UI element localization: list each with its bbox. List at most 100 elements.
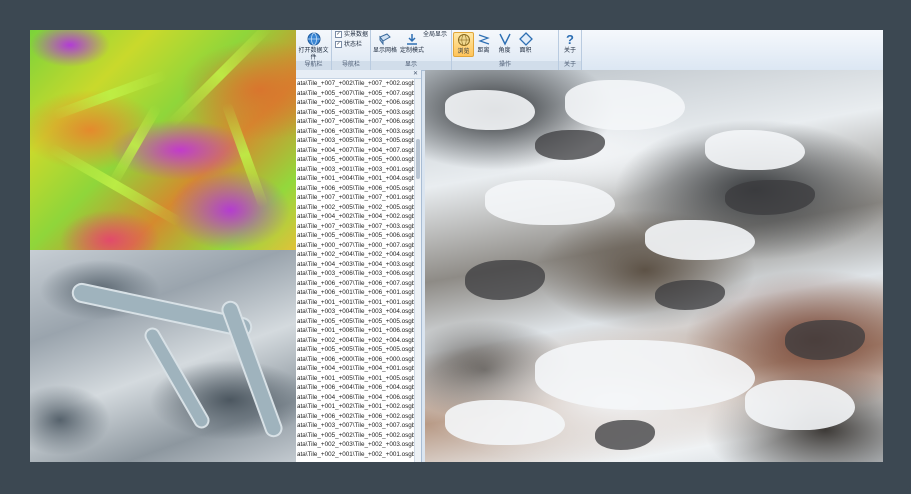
custom-mode-button[interactable]: 定制模式 [399,32,425,55]
rock-shadow [595,420,655,450]
file-list-item[interactable]: ata\Tile_+004_+003\Tile_+004_+003.osgb [296,260,414,270]
ridge-line [108,103,162,187]
open-file-button[interactable]: 打开数据文件 [297,32,330,62]
file-list-item[interactable]: ata\Tile_+005_+002\Tile_+005_+002.osgb [296,431,414,441]
browse-label: 浏览 [457,49,470,55]
snow-patch [445,90,535,130]
angle-label: 角度 [498,48,511,54]
file-list-item[interactable]: ata\Tile_+001_+001\Tile_+001_+001.osgb [296,298,414,308]
file-list-item[interactable]: ata\Tile_+002_+001\Tile_+002_+001.osgb [296,450,414,460]
snow-patch [645,220,755,260]
help-question-icon: ? [566,32,574,46]
file-list-item[interactable]: ata\Tile_+003_+007\Tile_+003_+007.osgb [296,421,414,431]
snow-patch [535,340,755,410]
ridge-line [221,101,269,209]
file-list-item[interactable]: ata\Tile_+005_+005\Tile_+005_+005.osgb [296,317,414,327]
show-grid-button[interactable]: 显示网格 [372,32,398,55]
file-list-item[interactable]: ata\Tile_+002_+004\Tile_+002_+004.osgb [296,336,414,346]
grey-terrain-image [30,250,296,462]
file-list-item[interactable]: ata\Tile_+004_+007\Tile_+004_+007.osgb [296,146,414,156]
globe-icon [307,32,320,46]
browse-button[interactable]: 浏览 [453,32,474,57]
about-label: 关于 [563,48,576,54]
file-list-item[interactable]: ata\Tile_+005_+000\Tile_+005_+000.osgb [296,155,414,165]
file-list-item[interactable]: ata\Tile_+003_+005\Tile_+003_+005.osgb [296,136,414,146]
glacier-shape [218,298,286,440]
open-file-label: 打开数据文件 [298,48,329,61]
file-list-item[interactable]: ata\Tile_+005_+007\Tile_+005_+007.osgb [296,89,414,99]
close-icon[interactable]: ✕ [413,70,418,78]
file-list-item[interactable]: ata\Tile_+001_+002\Tile_+001_+002.osgb [296,402,414,412]
rock-shadow [535,130,605,160]
file-list-item[interactable]: ata\Tile_+004_+002\Tile_+004_+002.osgb [296,212,414,222]
file-list-item[interactable]: ata\Tile_+005_+006\Tile_+005_+006.osgb [296,231,414,241]
file-list-item[interactable]: ata\Tile_+005_+005\Tile_+005_+005.osgb [296,345,414,355]
group-label-operation: 操作 [452,61,558,70]
ribbon-group-display: 显示网格 定制模式 全局显示 显示 [371,30,452,70]
file-list-item[interactable]: ata\Tile_+001_+005\Tile_+001_+005.osgb [296,374,414,384]
browse-globe-icon [457,34,470,46]
rock-shadow [655,280,725,310]
download-icon [407,34,417,45]
group-label-navigation: 导航栏 [296,61,331,70]
grid-cube-icon [379,33,391,46]
screenshot-frame: 打开数据文件 导航栏 ✓ 实景数据 ✓ 状态栏 导航栏 显示网格 定制模式 全局… [0,0,911,494]
ridge-line [166,30,274,129]
snow-patch [705,130,805,170]
custom-mode-label: 定制模式 [399,48,424,54]
file-list-item[interactable]: ata\Tile_+006_+007\Tile_+006_+007.osgb [296,279,414,289]
group-label-display: 显示 [371,61,451,70]
file-list-item[interactable]: ata\Tile_+006_+004\Tile_+006_+004.osgb [296,383,414,393]
distance-label: 距离 [477,48,490,54]
glacier-shape [141,324,213,432]
angle-button[interactable]: 角度 [495,32,514,55]
file-list-item[interactable]: ata\Tile_+000_+007\Tile_+000_+007.osgb [296,241,414,251]
about-button[interactable]: ? 关于 [560,32,580,55]
file-list-item[interactable]: ata\Tile_+003_+006\Tile_+003_+006.osgb [296,269,414,279]
file-list-item[interactable]: ata\Tile_+006_+002\Tile_+006_+002.osgb [296,412,414,422]
snow-patch [445,400,565,445]
file-list-item[interactable]: ata\Tile_+007_+006\Tile_+007_+006.osgb [296,117,414,127]
ribbon-group-about: ? 关于 关于 [559,30,582,70]
file-list-item[interactable]: ata\Tile_+006_+000\Tile_+006_+000.osgb [296,355,414,365]
svg-text:?: ? [566,32,574,46]
file-list-item[interactable]: ata\Tile_+001_+004\Tile_+001_+004.osgb [296,174,414,184]
file-list-item[interactable]: ata\Tile_+003_+004\Tile_+003_+004.osgb [296,307,414,317]
fullscreen-button[interactable]: 全局显示 [423,31,447,39]
snow-patch [485,180,615,225]
file-list-item[interactable]: ata\Tile_+001_+006\Tile_+001_+006.osgb [296,326,414,336]
group-label-checks: 导航栏 [332,61,370,70]
file-list: ata\Tile_+007_+002\Tile_+007_+002.osgb at… [296,79,414,459]
scrollbar-thumb[interactable] [416,139,420,179]
file-list-item[interactable]: ata\Tile_+006_+001\Tile_+006_+001.osgb [296,288,414,298]
file-list-item[interactable]: ata\Tile_+007_+001\Tile_+007_+001.osgb [296,193,414,203]
file-list-item[interactable]: ata\Tile_+003_+001\Tile_+003_+001.osgb [296,165,414,175]
file-list-item[interactable]: ata\Tile_+004_+001\Tile_+004_+001.osgb [296,364,414,374]
file-list-item[interactable]: ata\Tile_+002_+006\Tile_+002_+006.osgb [296,98,414,108]
file-list-item[interactable]: ata\Tile_+002_+003\Tile_+002_+003.osgb [296,440,414,450]
fullscreen-label: 全局显示 [423,32,448,38]
file-list-item[interactable]: ata\Tile_+004_+006\Tile_+004_+006.osgb [296,393,414,403]
ribbon-group-operation: 浏览 距离 角度 面积 操作 [452,30,559,70]
checkmark-icon: ✓ [335,31,342,38]
file-list-item[interactable]: ata\Tile_+006_+005\Tile_+006_+005.osgb [296,184,414,194]
angle-icon [498,33,511,46]
vertical-scrollbar[interactable] [414,79,421,462]
file-list-item[interactable]: ata\Tile_+002_+005\Tile_+002_+005.osgb [296,203,414,213]
file-list-item[interactable]: ata\Tile_+002_+004\Tile_+002_+004.osgb [296,250,414,260]
viewer-application-window: 打开数据文件 导航栏 ✓ 实景数据 ✓ 状态栏 导航栏 显示网格 定制模式 全局… [296,30,883,462]
checkbox-statusbar[interactable]: ✓ 状态栏 [335,41,362,49]
file-list-item[interactable]: ata\Tile_+007_+003\Tile_+007_+003.osgb [296,222,414,232]
area-button[interactable]: 面积 [516,32,535,55]
file-list-item[interactable]: ata\Tile_+005_+003\Tile_+005_+003.osgb [296,108,414,118]
snow-patch [565,80,685,130]
snow-patch [745,380,855,430]
checkbox-realdata[interactable]: ✓ 实景数据 [335,31,368,39]
area-diamond-icon [518,32,533,46]
ribbon-group-checks: ✓ 实景数据 ✓ 状态栏 导航栏 [332,30,371,70]
distance-button[interactable]: 距离 [474,32,493,55]
terrain-3d-viewport[interactable] [425,70,883,462]
file-list-item[interactable]: ata\Tile_+006_+003\Tile_+006_+003.osgb [296,127,414,137]
file-list-item[interactable]: ata\Tile_+007_+002\Tile_+007_+002.osgb [296,79,414,89]
ribbon-toolbar: 打开数据文件 导航栏 ✓ 实景数据 ✓ 状态栏 导航栏 显示网格 定制模式 全局… [296,30,883,71]
